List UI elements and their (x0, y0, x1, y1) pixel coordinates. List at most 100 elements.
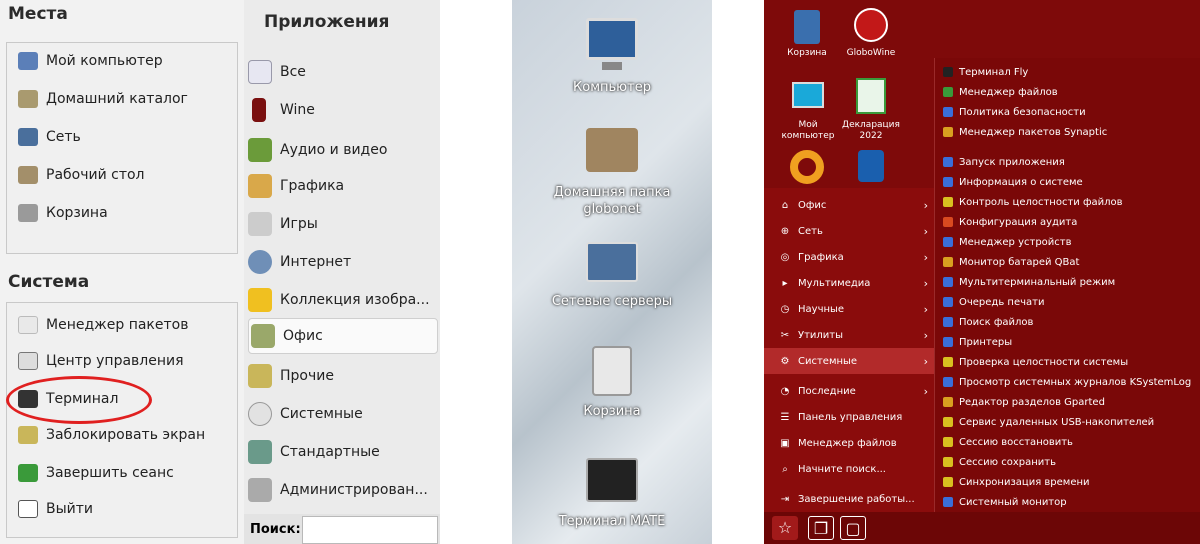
system-control-center[interactable]: Центр управления (18, 346, 184, 376)
submenu-item[interactable]: Контроль целостности файлов (943, 192, 1123, 212)
submenu-item-label: Менеджер файлов (959, 86, 1058, 98)
app-category-internet[interactable]: Интернет (248, 246, 351, 278)
submenu-item[interactable]: Менеджер файлов (943, 82, 1058, 102)
app-category-other[interactable]: Прочие (248, 360, 334, 392)
submenu-item[interactable]: Принтеры (943, 332, 1012, 352)
app-category-audio-video[interactable]: Аудио и видео (248, 134, 387, 166)
menu-category-label: Системные (798, 355, 858, 367)
system-logout[interactable]: Завершить сеанс (18, 458, 174, 488)
system-label: Заблокировать экран (46, 427, 206, 443)
start-star-icon[interactable]: ☆ (772, 516, 798, 540)
trash-icon[interactable] (794, 10, 820, 44)
place-home[interactable]: Домашний каталог (18, 84, 188, 114)
globowine-icon[interactable] (854, 8, 888, 42)
app-category-graphics[interactable]: Графика (248, 170, 344, 202)
app-category-images[interactable]: Коллекция изобра... (248, 284, 430, 316)
place-trash[interactable]: Корзина (18, 198, 108, 228)
submenu-item[interactable]: Сессию восстановить (943, 432, 1073, 452)
app-icon (943, 417, 953, 427)
menu-item-label: Менеджер файлов (798, 437, 897, 449)
place-my-computer[interactable]: Мой компьютер (18, 46, 163, 76)
system-quit[interactable]: Выйти (18, 494, 93, 524)
system-header: Система (8, 272, 90, 292)
system-gear-icon (248, 402, 272, 426)
submenu-item[interactable]: Системный монитор (943, 492, 1067, 512)
menu-category-graphics[interactable]: ◎ Графика › (764, 244, 938, 270)
menu-category-multimedia[interactable]: ▸ Мультимедиа › (764, 270, 938, 296)
menu-search[interactable]: ⌕ Начните поиск... (764, 456, 938, 482)
clock-icon: ◔ (780, 385, 790, 397)
system-lock-screen[interactable]: Заблокировать экран (18, 420, 205, 450)
audio-video-icon (248, 138, 272, 162)
menu-category-utilities[interactable]: ✂ Утилиты › (764, 322, 938, 348)
home-folder-icon (18, 90, 38, 108)
submenu-item-label: Конфигурация аудита (959, 216, 1078, 228)
play-icon: ▸ (782, 277, 788, 289)
trash-icon[interactable] (592, 346, 632, 396)
declaration-icon[interactable] (856, 78, 886, 114)
chevron-right-icon: › (923, 384, 928, 398)
trash-icon (18, 204, 38, 222)
menu-category-recent[interactable]: ◔ Последние › (764, 378, 938, 404)
submenu-item[interactable]: Политика безопасности (943, 102, 1086, 122)
submenu-item[interactable]: Синхронизация времени (943, 472, 1090, 492)
app-category-games[interactable]: Игры (248, 208, 318, 240)
app-category-label: Графика (280, 178, 345, 194)
submenu-item-label: Проверка целостности системы (959, 356, 1129, 368)
app-category-system[interactable]: Системные (248, 398, 363, 430)
windows-switch-icon[interactable]: ❐ (808, 516, 834, 540)
submenu-item[interactable]: Редактор разделов Gparted (943, 392, 1105, 412)
app-icon (943, 87, 953, 97)
system-package-manager[interactable]: Менеджер пакетов (18, 310, 188, 340)
my-computer-icon[interactable] (792, 82, 824, 108)
submenu-item[interactable]: Проверка целостности системы (943, 352, 1128, 372)
app-category-accessories[interactable]: Стандартные (248, 436, 380, 468)
submenu-item[interactable]: Очередь печати (943, 292, 1044, 312)
terminal-icon[interactable] (586, 458, 638, 502)
home-folder-icon[interactable] (586, 128, 638, 172)
app-shortcut-icon[interactable] (858, 150, 884, 182)
desktop-label-declaration: Декларация 2022 (842, 120, 900, 141)
menu-category-office[interactable]: ⌂ Офис › (764, 192, 938, 218)
graphics-icon (248, 174, 272, 198)
file-manager-taskbar-icon[interactable]: ▢ (840, 516, 866, 540)
place-label: Рабочий стол (46, 167, 145, 183)
search-label: Поиск: (250, 522, 301, 537)
submenu-item[interactable]: Менеджер устройств (943, 232, 1072, 252)
office-icon: ⌂ (781, 199, 789, 211)
app-icon (943, 237, 953, 247)
network-servers-icon[interactable] (586, 242, 638, 282)
app-category-all[interactable]: Все (248, 56, 306, 88)
submenu-item[interactable]: Сервис удаленных USB-накопителей (943, 412, 1154, 432)
menu-category-science[interactable]: ◷ Научные › (764, 296, 938, 322)
menu-file-manager[interactable]: ▣ Менеджер файлов (764, 430, 938, 456)
app-category-wine[interactable]: Wine (248, 94, 315, 126)
submenu-item[interactable]: Запуск приложения (943, 152, 1065, 172)
submenu-item[interactable]: Терминал Fly (943, 62, 1028, 82)
submenu-item[interactable]: Поиск файлов (943, 312, 1033, 332)
computer-icon (18, 52, 38, 70)
menu-category-system[interactable]: ⚙ Системные › (764, 348, 938, 374)
menu-category-network[interactable]: ⊕ Сеть › (764, 218, 938, 244)
submenu-item[interactable]: Менеджер пакетов Synaptic (943, 122, 1107, 142)
submenu-item[interactable]: Сессию сохранить (943, 452, 1056, 472)
app-category-office[interactable]: Офис (248, 318, 438, 354)
submenu-item[interactable]: Просмотр системных журналов KSystemLog (943, 372, 1191, 392)
menu-control-panel[interactable]: ☰ Панель управления (764, 404, 938, 430)
app-category-label: Игры (280, 216, 318, 232)
computer-icon[interactable] (586, 18, 638, 60)
lifebuoy-icon[interactable] (790, 150, 824, 184)
submenu-item-label: Запуск приложения (959, 156, 1065, 168)
submenu-item-label: Терминал Fly (959, 66, 1029, 78)
place-network[interactable]: Сеть (18, 122, 81, 152)
app-category-label: Администрирован... (280, 482, 428, 498)
menu-item-label: Завершение работы... (798, 493, 915, 505)
submenu-item[interactable]: Мультитерминальный режим (943, 272, 1115, 292)
submenu-item[interactable]: Информация о системе (943, 172, 1083, 192)
submenu-item[interactable]: Конфигурация аудита (943, 212, 1077, 232)
menu-shutdown[interactable]: ⇥ Завершение работы... (764, 486, 938, 512)
place-desktop[interactable]: Рабочий стол (18, 160, 145, 190)
search-input[interactable] (302, 516, 438, 544)
app-category-admin[interactable]: Администрирован... (248, 474, 428, 506)
submenu-item[interactable]: Монитор батарей QBat (943, 252, 1079, 272)
